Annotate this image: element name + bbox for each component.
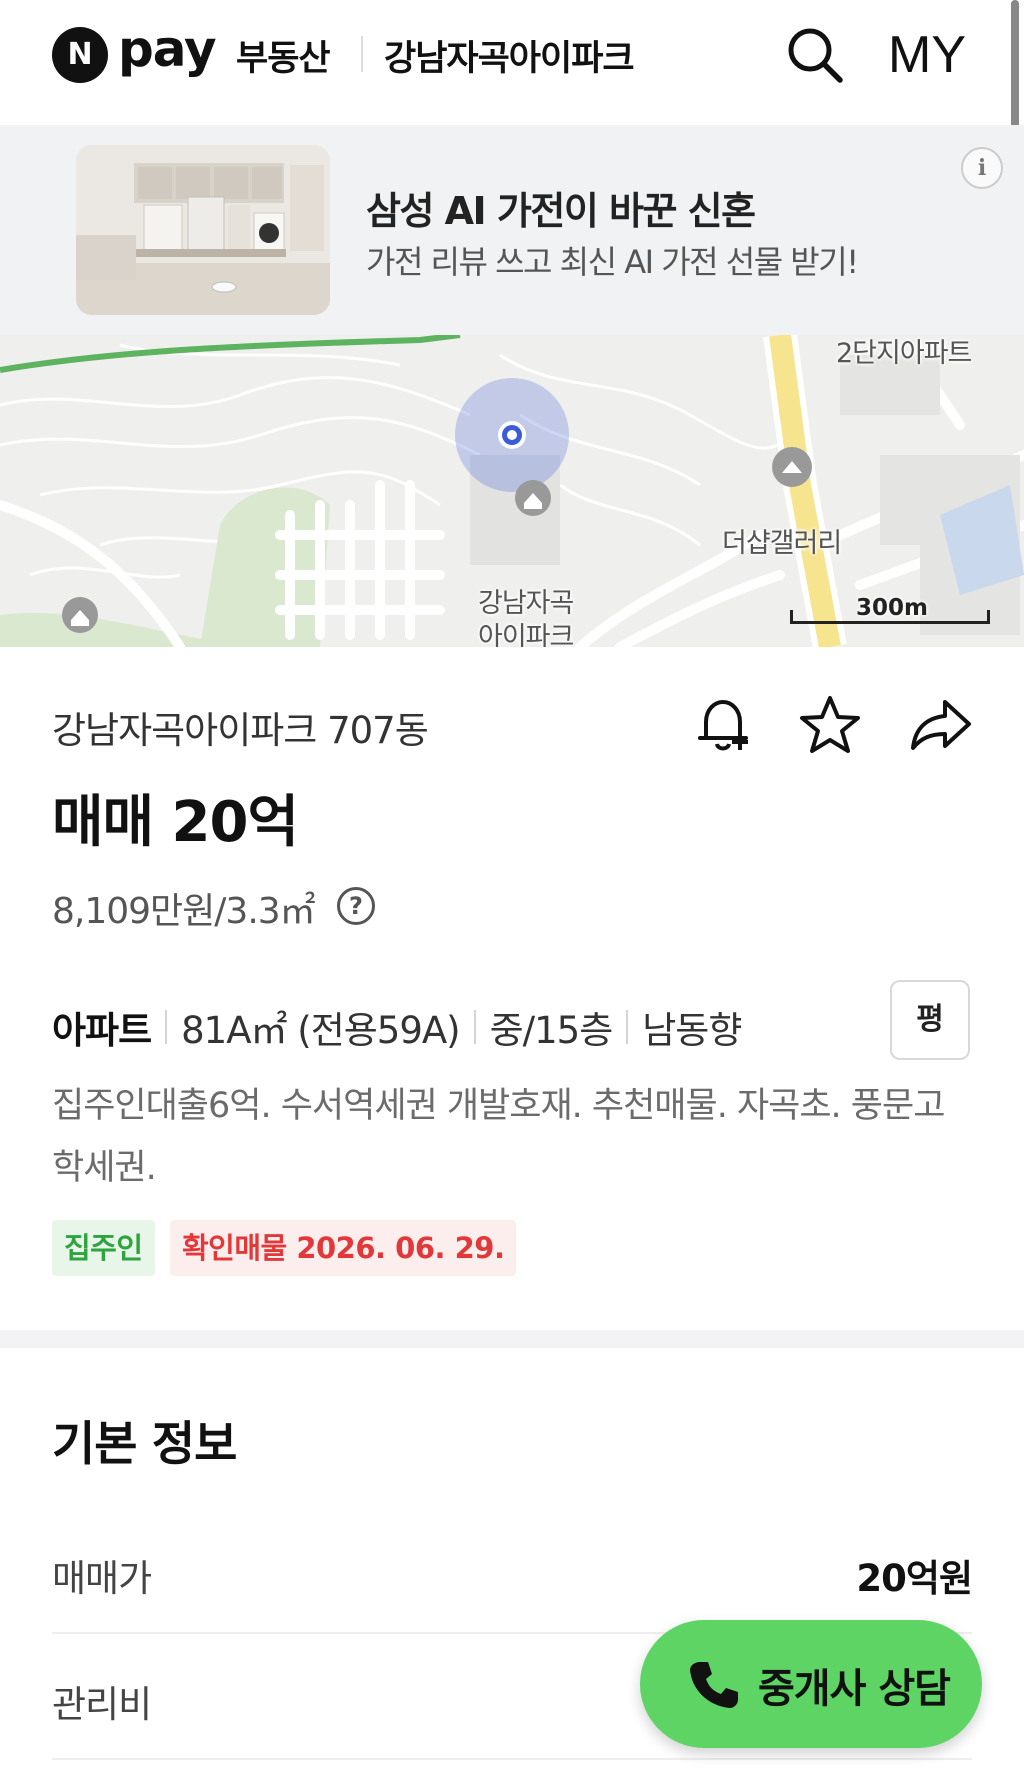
property-floor: 중/15층 <box>489 1009 614 1052</box>
map-label-gallery[interactable]: 더샵갤러리 <box>722 521 842 560</box>
star-icon <box>800 696 860 753</box>
header-complex-title[interactable]: 강남자곡아이파크 <box>384 30 635 81</box>
phone-icon <box>690 1662 738 1708</box>
unit-price: 8,109만원/3.3㎡ <box>52 891 316 932</box>
service-name[interactable]: 부동산 <box>236 30 331 81</box>
spec-divider <box>165 1010 168 1044</box>
owner-badge: 집주인 <box>52 1220 155 1276</box>
map-label-complex-line2[interactable]: 아이파크 <box>478 615 574 647</box>
header-divider <box>361 36 363 72</box>
spec-divider <box>626 1010 629 1044</box>
pyeong-toggle-button[interactable]: 평 <box>890 980 970 1060</box>
info-row-sale-price: 매매가 20억원 <box>52 1508 973 1634</box>
alert-button[interactable] <box>688 690 758 760</box>
favorite-button[interactable] <box>795 690 865 760</box>
npay-logo-icon[interactable]: N <box>52 27 108 83</box>
spec-row: 아파트 81A㎡ (전용59A) 중/15층 남동향 <box>52 1000 742 1054</box>
info-label: 매매가 <box>52 1557 152 1600</box>
listing-description: 집주인대출6억. 수서역세권 개발호재. 추천매물. 자곡초. 풍문고 학세권. <box>52 1086 945 1188</box>
search-icon <box>788 28 843 83</box>
listing-name: 강남자곡아이파크 707동 <box>52 709 429 752</box>
basic-info-title: 기본 정보 <box>52 1417 237 1472</box>
location-map[interactable]: 2단지아파트 더샵갤러리 강남자곡 아이파크 300m <box>0 335 1024 647</box>
top-header: N pay 부동산 강남자곡아이파크 MY <box>0 0 1024 125</box>
logo-pay-text[interactable]: pay <box>118 20 217 78</box>
ad-subtitle: 가전 리뷰 쓰고 최신 AI 가전 선물 받기! <box>366 243 859 281</box>
share-button[interactable] <box>905 690 975 760</box>
search-button[interactable] <box>782 22 848 88</box>
property-direction: 남동향 <box>642 1009 742 1052</box>
property-type: 아파트 <box>52 1009 152 1052</box>
bell-plus-icon <box>698 700 748 751</box>
share-arrow-icon <box>911 700 971 750</box>
ad-banner[interactable]: 삼성 AI 가전이 바꾼 신혼 가전 리뷰 쓰고 최신 AI 가전 선물 받기!… <box>0 125 1024 335</box>
price-title: 매매 20억 <box>52 790 299 855</box>
verified-badge: 확인매물 2026. 06. 29. <box>170 1220 517 1276</box>
map-scale-label: 300m <box>856 595 928 621</box>
my-page-button[interactable]: MY <box>888 22 966 88</box>
property-area: 81A㎡ (전용59A) <box>181 1009 460 1052</box>
spec-divider <box>473 1010 476 1044</box>
ad-thumbnail-image <box>76 145 330 315</box>
contact-agent-button[interactable]: 중개사 상담 <box>640 1620 982 1748</box>
info-value: 20억원 <box>856 1557 973 1600</box>
help-icon[interactable]: ? <box>337 887 375 925</box>
map-label-2danji[interactable]: 2단지아파트 <box>836 335 972 370</box>
fab-label: 중개사 상담 <box>758 1666 951 1712</box>
ad-title: 삼성 AI 가전이 바꾼 신혼 <box>366 189 756 233</box>
info-label: 관리비 <box>52 1683 152 1726</box>
section-divider <box>0 1330 1024 1348</box>
ad-info-icon[interactable]: i <box>961 147 1003 189</box>
